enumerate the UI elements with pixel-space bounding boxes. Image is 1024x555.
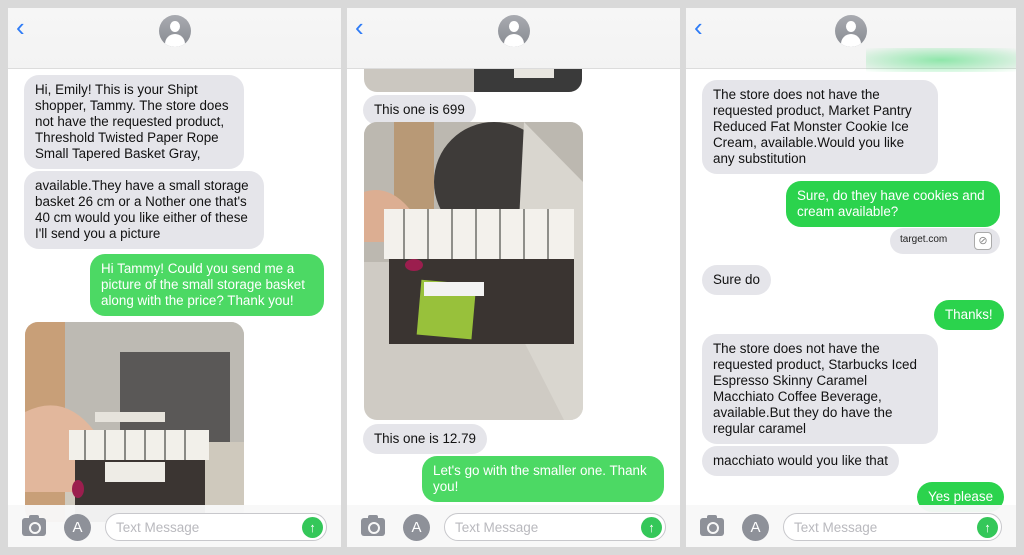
safari-compass-icon: ⊘	[974, 232, 992, 250]
conversation-panel-3: ‹ The store does not have the requested …	[686, 8, 1016, 547]
message-outgoing: Thanks!	[934, 300, 1004, 330]
text-message-placeholder: Text Message	[455, 520, 539, 535]
text-message-input[interactable]: Text Message ↑	[105, 513, 327, 541]
text-message-input[interactable]: Text Message ↑	[783, 513, 1002, 541]
message-outgoing: Hi Tammy! Could you send me a picture of…	[90, 254, 324, 316]
message-composer: A Text Message ↑	[8, 505, 341, 547]
photo-attachment-basket[interactable]	[364, 122, 583, 420]
photo-attachment-basket[interactable]	[25, 322, 244, 522]
text-message-input[interactable]: Text Message ↑	[444, 513, 666, 541]
conversation-header: ‹	[347, 8, 680, 69]
back-chevron-icon[interactable]: ‹	[694, 14, 703, 40]
app-store-icon[interactable]: A	[742, 514, 769, 541]
scrolled-outgoing-bubble	[866, 48, 1016, 72]
contact-avatar[interactable]	[497, 15, 530, 47]
text-message-placeholder: Text Message	[794, 520, 878, 535]
message-incoming: This one is 699	[363, 95, 476, 125]
send-arrow-icon[interactable]: ↑	[977, 517, 998, 538]
conversation-header: ‹	[8, 8, 341, 69]
conversation-panel-1: ‹ Hi, Emily! This is your Shipt shopper,…	[8, 8, 341, 547]
message-composer: A Text Message ↑	[686, 505, 1016, 547]
conversation-header: ‹	[686, 8, 1016, 72]
message-outgoing: Sure, do they have cookies and cream ava…	[786, 181, 1000, 227]
message-composer: A Text Message ↑	[347, 505, 680, 547]
contact-avatar[interactable]	[835, 15, 867, 47]
message-incoming: The store does not have the requested pr…	[702, 334, 938, 444]
send-arrow-icon[interactable]: ↑	[641, 517, 662, 538]
message-incoming: Hi, Emily! This is your Shipt shopper, T…	[24, 75, 244, 169]
message-incoming: available.They have a small storage bask…	[24, 171, 264, 249]
message-incoming: Sure do	[702, 265, 771, 295]
message-outgoing: Let's go with the smaller one. Thank you…	[422, 456, 664, 502]
app-store-icon[interactable]: A	[64, 514, 91, 541]
message-incoming: The store does not have the requested pr…	[702, 80, 938, 174]
message-incoming: macchiato would you like that	[702, 446, 899, 476]
contact-avatar[interactable]	[158, 15, 191, 47]
camera-icon[interactable]	[700, 515, 724, 536]
app-store-icon[interactable]: A	[403, 514, 430, 541]
text-message-placeholder: Text Message	[116, 520, 200, 535]
send-arrow-icon[interactable]: ↑	[302, 517, 323, 538]
back-chevron-icon[interactable]: ‹	[16, 14, 25, 40]
conversation-panel-2: ‹ This one is 699 This one is 12.79 Let'…	[347, 8, 680, 547]
back-chevron-icon[interactable]: ‹	[355, 14, 364, 40]
message-incoming: This one is 12.79	[363, 424, 487, 454]
camera-icon[interactable]	[22, 515, 46, 536]
camera-icon[interactable]	[361, 515, 385, 536]
link-preview-domain: target.com	[900, 234, 948, 245]
link-preview-card[interactable]: target.com ⊘	[890, 228, 1000, 254]
